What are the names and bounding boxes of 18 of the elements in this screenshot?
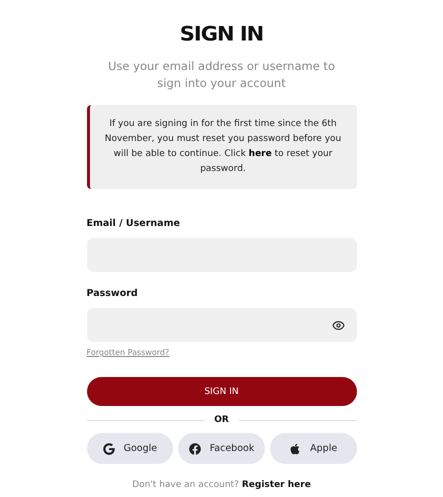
eye-icon[interactable] — [332, 318, 344, 332]
social-login-button[interactable]: Facebook — [178, 433, 265, 464]
subtitle: Use your email address or username to sign into your account — [107, 58, 336, 92]
forgot-password-link[interactable]: Forgotten Password? — [86, 348, 170, 357]
register-prompt: Don't have an account? — [132, 480, 239, 490]
field-label: Password — [86, 288, 139, 299]
apple-icon — [289, 442, 302, 454]
password-field[interactable] — [86, 308, 356, 342]
register-link[interactable]: Register here — [242, 480, 311, 490]
f-letter-icon — [188, 442, 201, 454]
notice-message: If you are signing in for the first time since the 6th November, you must reset you password before you will be able to continue. Click here to reset your password. — [86, 105, 356, 189]
field-label: Email / Username — [86, 218, 181, 229]
social-login-button[interactable]: Google — [86, 433, 174, 464]
sign-in-button[interactable]: SIGN IN — [86, 377, 356, 406]
social-login-button[interactable]: Apple — [270, 433, 357, 464]
g-letter-icon — [102, 442, 115, 454]
page-title: SIGN IN — [178, 22, 264, 46]
divider-label: OR — [214, 415, 229, 425]
